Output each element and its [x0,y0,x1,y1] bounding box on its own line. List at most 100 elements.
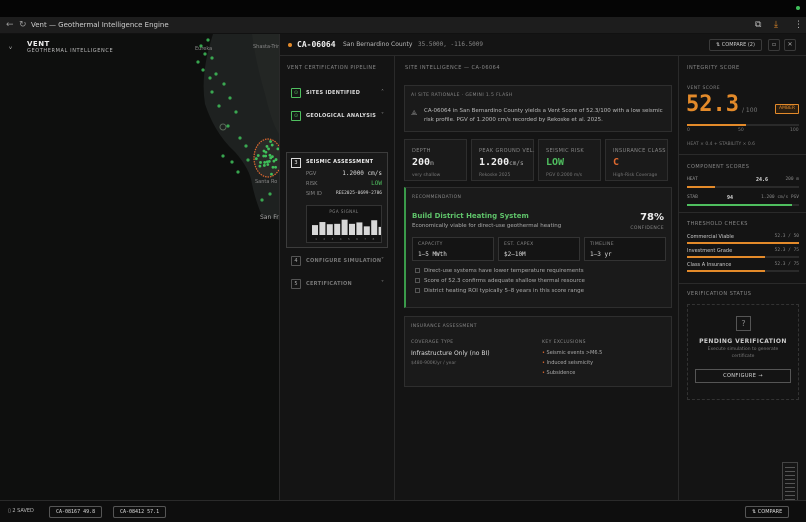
score-bar-fill [687,124,746,126]
pga-bar [334,223,341,235]
vent-site-marker[interactable] [230,160,234,164]
coverage-label: COVERAGE TYPE [411,340,454,345]
cluster-site-marker[interactable] [270,143,274,147]
vent-site-marker[interactable] [208,76,212,80]
metric-value: 1.200cm/s [479,157,524,168]
pipeline-step-sites-identified[interactable]: ⊙ SITES IDENTIFIED ˄ [288,88,388,100]
cluster-site-marker[interactable] [267,159,271,163]
recommendation-stat: EST. CAPEX $2–10M [498,237,580,261]
component-bar-fill [687,204,793,206]
vent-site-marker[interactable] [206,38,210,42]
download-icon[interactable]: ⤓ [774,20,778,30]
cluster-site-marker[interactable] [262,154,266,158]
vent-site-marker[interactable] [214,72,218,76]
vent-site-marker[interactable] [203,52,207,56]
metric-number: C [613,157,620,168]
vent-site-marker[interactable] [196,60,200,64]
cluster-site-marker[interactable] [268,153,272,157]
metric-card: SEISMIC RISK LOW PGV 0.2000 m/s [538,139,601,181]
more-menu-icon[interactable]: ⋮ [794,20,803,30]
risk-value: LOW [371,180,382,187]
map-view[interactable]: Eureka Shasta-Trinity National Fore Sant… [0,34,279,500]
scale-max: 100 [790,128,799,133]
vent-score-max: / 100 [742,107,758,114]
vent-site-marker[interactable] [217,104,221,108]
cluster-site-marker[interactable] [256,154,260,157]
cluster-site-marker[interactable] [262,164,266,167]
extension-icon[interactable]: ⧉ [755,20,761,30]
step-label: GEOLOGICAL ANALYSIS [306,113,377,119]
divider [679,283,806,284]
recommendation-stat: CAPACITY 1–5 MWth [412,237,494,261]
window-top-strip [0,0,806,17]
compare-button[interactable]: ⇅ COMPARE (2) [709,39,762,51]
reload-icon[interactable]: ↻ [19,20,27,30]
cluster-site-marker[interactable] [266,163,270,166]
site-cluster[interactable] [253,138,279,178]
vent-site-marker[interactable] [222,82,226,86]
back-arrow-icon[interactable]: ← [6,20,14,30]
chevron-up-icon: ˄ [381,89,384,96]
cluster-site-marker[interactable] [258,164,262,168]
note-text: Direct-use systems have lower temperatur… [424,268,584,274]
vent-site-marker[interactable] [210,90,214,94]
vent-site-marker[interactable] [244,144,248,148]
step-number: 4 [291,256,301,266]
cluster-site-marker[interactable] [259,161,262,164]
saved-site-chip[interactable]: CA-08167 49.8 [49,506,103,518]
bottom-compare-button[interactable]: ⇅ COMPARE [745,506,790,518]
metric-sub: High-Risk Coverage [613,173,658,178]
pipeline-step-certification[interactable]: 5 CERTIFICATION ˅ [288,279,388,291]
metric-card: DEPTH 200m very shallow [404,139,467,181]
recommendation-card: RECOMMENDATION Build District Heating Sy… [404,187,672,308]
vent-site-marker[interactable] [260,198,264,202]
pipeline-step-geological-analysis[interactable]: ⊙ GEOLOGICAL ANALYSIS ˅ [288,111,388,123]
vent-site-marker[interactable] [246,158,250,162]
vent-site-marker[interactable] [228,96,232,100]
exclusion-text: Induced seismicity [546,360,594,366]
vent-site-marker[interactable] [201,68,205,72]
stat-value: 1–3 yr [590,251,612,258]
component-extra: 200 m [785,177,799,182]
configure-button[interactable]: CONFIGURE → [695,369,791,383]
map-canvas[interactable] [0,34,279,500]
rationale-line-1: CA-06064 in San Bernardino County yields… [424,108,663,114]
pga-tick: 2 [323,237,325,241]
checkbox-icon [415,288,420,293]
cluster-site-marker[interactable] [262,149,266,153]
saved-site-chip[interactable]: CA-08412 57.1 [113,506,167,518]
step-label: CONFIGURE SIMULATION [306,258,382,264]
cluster-site-marker[interactable] [265,144,269,148]
pga-tick: 5 [348,237,350,241]
cluster-site-marker[interactable] [270,155,274,159]
cluster-site-marker[interactable] [270,172,273,176]
vent-site-marker[interactable] [210,56,214,60]
vent-site-marker[interactable] [238,136,242,140]
vent-site-marker[interactable] [236,170,240,174]
confidence-value: 78% [640,212,664,223]
cluster-site-marker[interactable] [274,165,277,169]
vent-site-marker[interactable] [234,110,238,114]
metric-number: LOW [546,157,565,168]
map-label-shasta: Shasta-Trinity National Fore [253,44,279,50]
pga-signal-chart: PGA SIGNAL 12345678 [306,205,382,243]
bookmark-icon[interactable]: ▫ [768,39,780,51]
seismic-assessment-card[interactable]: 3 SEISMIC ASSESSMENT PGV 1.2000 cm/s RIS… [286,152,388,248]
rationale-line-2: risk profile. PGV of 1.2000 cm/s recorde… [424,117,603,123]
vent-site-marker[interactable] [226,124,230,128]
cluster-site-marker[interactable] [263,160,267,164]
pipeline-header: VENT CERTIFICATION PIPELINE [287,65,377,71]
pga-bar [349,223,355,235]
thresholds-header: THRESHOLD CHECKS [687,221,748,227]
pipeline-step-configure-simulation[interactable]: 4 CONFIGURE SIMULATION ˅ [288,256,388,268]
vent-site-marker[interactable] [268,192,272,196]
cluster-site-marker[interactable] [269,140,272,143]
pga-bar [341,219,348,235]
cluster-site-marker[interactable] [267,147,270,151]
metric-unit: m [430,160,434,167]
cluster-site-marker[interactable] [274,158,278,161]
vent-site-marker[interactable] [221,154,225,158]
cluster-site-marker[interactable] [254,157,258,161]
cluster-site-marker[interactable] [271,165,275,169]
close-icon[interactable]: ✕ [784,39,796,51]
